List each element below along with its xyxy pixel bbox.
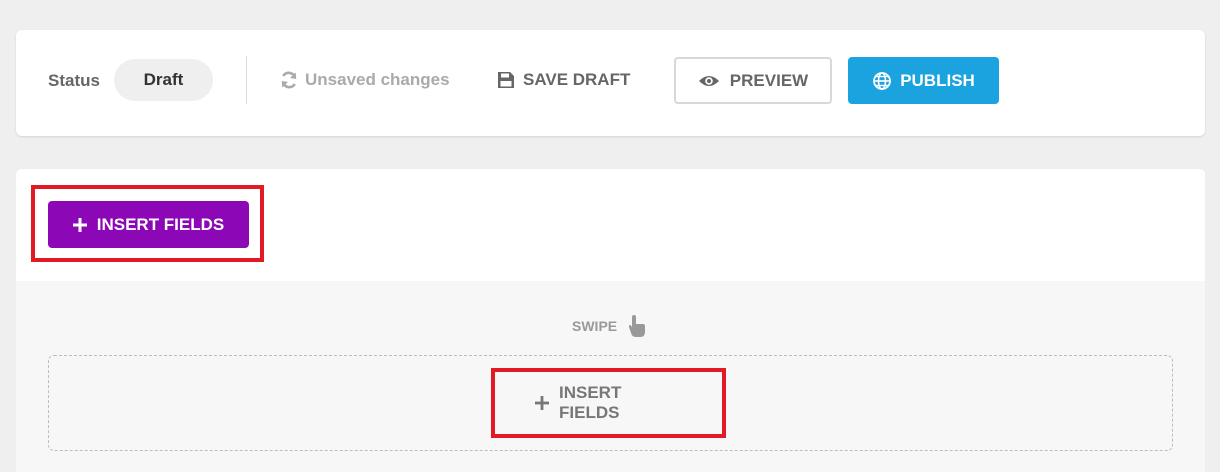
publish-button[interactable]: PUBLISH xyxy=(848,57,999,104)
insert-fields-button[interactable]: INSERT FIELDS xyxy=(48,201,249,248)
save-draft-label: SAVE DRAFT xyxy=(523,70,631,89)
status-label: Status xyxy=(48,71,100,90)
status-badge: Draft xyxy=(114,59,213,101)
eye-icon xyxy=(698,74,720,88)
swipe-hint: SWIPE xyxy=(572,313,647,339)
publish-label: PUBLISH xyxy=(900,70,975,90)
plus-icon xyxy=(535,396,549,410)
editor-header: INSERT FIELDS xyxy=(16,169,1205,281)
globe-icon xyxy=(872,71,892,91)
unsaved-changes-text: Unsaved changes xyxy=(305,70,450,89)
field-dropzone[interactable]: INSERT FIELDS xyxy=(48,355,1173,451)
editor-toolbar: Status Draft Unsaved changes SAVE DRAFT xyxy=(16,30,1205,136)
hand-pointer-icon xyxy=(627,314,647,338)
refresh-icon xyxy=(279,70,299,90)
form-editor: INSERT FIELDS SWIPE INSERT FIELDS xyxy=(16,169,1205,472)
preview-label: PREVIEW xyxy=(729,70,809,90)
editor-canvas: SWIPE INSERT FIELDS xyxy=(16,281,1205,472)
plus-icon xyxy=(72,217,87,232)
swipe-label: SWIPE xyxy=(572,318,618,334)
save-draft-button[interactable]: SAVE DRAFT xyxy=(497,65,630,95)
insert-fields-label: INSERT FIELDS xyxy=(96,214,225,234)
toolbar-divider xyxy=(246,56,247,104)
unsaved-changes-indicator: Unsaved changes xyxy=(279,68,450,92)
floppy-disk-icon xyxy=(497,71,515,89)
preview-button[interactable]: PREVIEW xyxy=(674,57,832,104)
dropzone-insert-fields-label: INSERT FIELDS xyxy=(559,383,622,422)
dropzone-insert-fields-button[interactable]: INSERT FIELDS xyxy=(535,383,685,423)
